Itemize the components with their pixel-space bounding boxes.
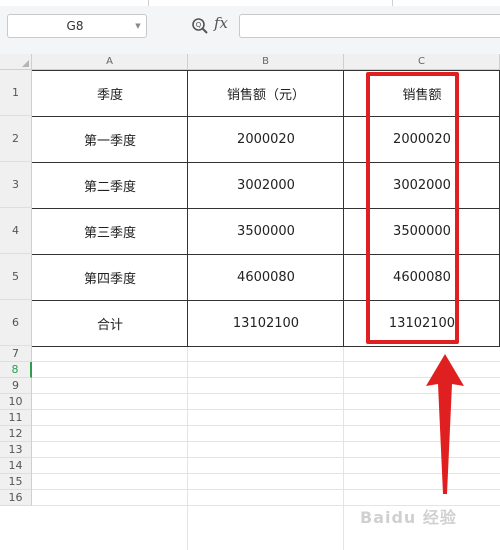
grid-line [343, 346, 344, 550]
highlight-box [366, 72, 459, 344]
column-header-a[interactable]: A [32, 54, 188, 70]
cell-a6[interactable]: 合计 [32, 300, 188, 346]
row-header[interactable]: 13 [0, 442, 32, 458]
cell-a2[interactable]: 第一季度 [32, 116, 188, 162]
row-header[interactable]: 11 [0, 410, 32, 426]
column-header-b[interactable]: B [188, 54, 344, 70]
row-header[interactable]: 16 [0, 490, 32, 506]
row-header[interactable]: 9 [0, 378, 32, 394]
chevron-down-icon[interactable]: ▼ [130, 22, 146, 30]
row-header[interactable]: 15 [0, 474, 32, 490]
spreadsheet-grid[interactable]: A B C 1 2 3 4 5 6 7 8 9 10 11 12 13 14 1… [0, 54, 500, 550]
cell-b5[interactable]: 4600080 [188, 254, 344, 300]
watermark: Baidu 经验 [360, 508, 457, 527]
row-header[interactable]: 10 [0, 394, 32, 410]
row-header[interactable]: 7 [0, 346, 32, 362]
column-header-c[interactable]: C [344, 54, 500, 70]
fx-icon[interactable]: fx [214, 14, 228, 32]
arrow-up-icon [426, 354, 464, 494]
row-header[interactable]: 4 [0, 208, 32, 254]
cell-a1[interactable]: 季度 [32, 70, 188, 116]
row-header[interactable]: 14 [0, 458, 32, 474]
name-box-value: G8 [66, 19, 84, 33]
row-header[interactable]: 12 [0, 426, 32, 442]
cell-b2[interactable]: 2000020 [188, 116, 344, 162]
formula-input[interactable] [239, 14, 500, 38]
row-header[interactable]: 1 [0, 70, 32, 116]
cell-b1[interactable]: 销售额（元） [188, 70, 344, 116]
select-all-corner[interactable] [0, 54, 32, 70]
cell-b4[interactable]: 3500000 [188, 208, 344, 254]
row-header[interactable]: 3 [0, 162, 32, 208]
svg-text:Q: Q [196, 21, 202, 29]
cell-a3[interactable]: 第二季度 [32, 162, 188, 208]
zoom-formula-icon[interactable]: Q [191, 17, 209, 35]
cell-b6[interactable]: 13102100 [188, 300, 344, 346]
name-box[interactable]: G8 ▼ [7, 14, 147, 38]
row-header[interactable]: 2 [0, 116, 32, 162]
cell-b3[interactable]: 3002000 [188, 162, 344, 208]
row-header[interactable]: 5 [0, 254, 32, 300]
table-border [32, 346, 500, 347]
row-header-selected[interactable]: 8 [0, 362, 32, 378]
cell-a5[interactable]: 第四季度 [32, 254, 188, 300]
cell-a4[interactable]: 第三季度 [32, 208, 188, 254]
row-header[interactable]: 6 [0, 300, 32, 346]
grid-line [187, 346, 188, 550]
